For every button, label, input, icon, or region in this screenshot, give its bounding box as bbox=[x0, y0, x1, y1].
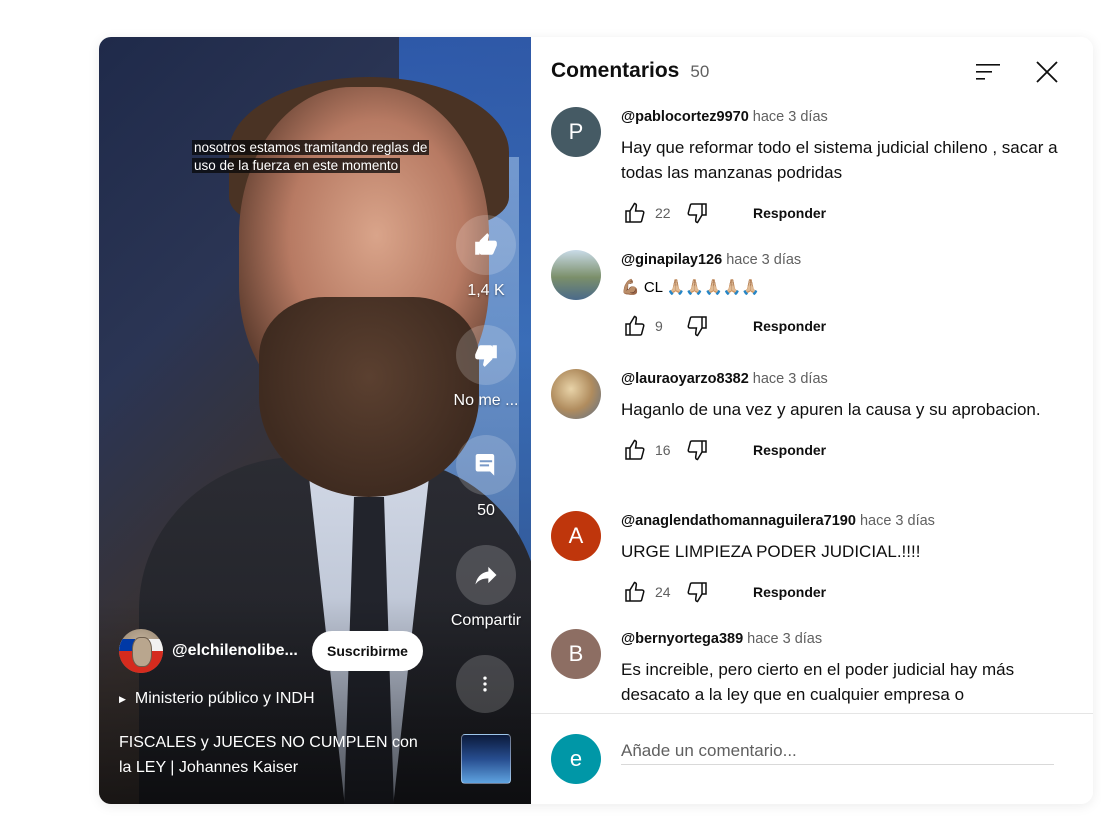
composer-divider bbox=[531, 713, 1093, 714]
comment-like-count: 9 bbox=[655, 318, 663, 334]
comment-like-button[interactable] bbox=[621, 312, 649, 340]
thumbs-up-outline-icon bbox=[625, 315, 645, 336]
comment-author[interactable]: @ginapilay126 bbox=[621, 252, 722, 268]
add-comment-input[interactable] bbox=[621, 737, 1054, 765]
comment-dislike-button[interactable] bbox=[683, 578, 711, 606]
comment-like-button[interactable] bbox=[621, 436, 649, 464]
comment-avatar[interactable]: P bbox=[551, 107, 601, 157]
share-button[interactable] bbox=[456, 545, 516, 605]
share-icon bbox=[475, 566, 497, 585]
comment-like-button[interactable] bbox=[621, 199, 649, 227]
comment-like-count: 16 bbox=[655, 442, 671, 458]
reply-button[interactable]: Responder bbox=[753, 442, 826, 458]
share-label: Compartir bbox=[450, 612, 522, 629]
thumbs-down-outline-icon bbox=[687, 440, 707, 461]
comment-text: Haganlo de una vez y apuren la causa y s… bbox=[621, 400, 1041, 419]
channel-name[interactable]: @elchilenolibe... bbox=[172, 642, 302, 660]
like-button[interactable] bbox=[456, 215, 516, 275]
comments-panel: Comentarios 50 P @pablocortez9970 hace 3 … bbox=[531, 37, 1093, 804]
channel-avatar[interactable] bbox=[119, 629, 163, 673]
sort-icon bbox=[976, 64, 1000, 80]
more-vert-icon bbox=[483, 676, 487, 692]
thumbs-up-icon bbox=[475, 233, 497, 255]
music-label: Ministerio público y INDH bbox=[134, 690, 315, 707]
comment-time[interactable]: hace 3 días bbox=[747, 631, 822, 647]
current-user-avatar[interactable]: e bbox=[551, 734, 601, 784]
video-caption: nosotros estamos tramitando reglas de us… bbox=[192, 140, 430, 173]
comment-time[interactable]: hace 3 días bbox=[860, 513, 935, 529]
thumbs-down-icon bbox=[475, 345, 497, 367]
sort-button[interactable] bbox=[973, 57, 1003, 87]
music-link[interactable]: ▶ Ministerio público y INDH bbox=[119, 690, 315, 708]
play-triangle-icon: ▶ bbox=[119, 693, 126, 704]
video-player[interactable]: nosotros estamos tramitando reglas de us… bbox=[99, 37, 531, 804]
comment-author[interactable]: @bernyortega389 bbox=[621, 631, 743, 647]
close-button[interactable] bbox=[1032, 57, 1062, 87]
comment-text: 💪🏽 CL 🙏🏼🙏🏼🙏🏼🙏🏼🙏🏼 bbox=[621, 279, 761, 296]
thumbs-up-outline-icon bbox=[625, 439, 645, 460]
more-button[interactable] bbox=[456, 655, 514, 713]
thumbs-up-outline-icon bbox=[625, 581, 645, 602]
comment-count: 50 bbox=[477, 502, 495, 519]
comment-time[interactable]: hace 3 días bbox=[753, 109, 828, 125]
comment-icon bbox=[475, 454, 495, 476]
comment-avatar[interactable] bbox=[551, 250, 601, 300]
shorts-player-card: nosotros estamos tramitando reglas de us… bbox=[99, 37, 1093, 804]
comments-title: Comentarios bbox=[551, 59, 680, 82]
comments-header: Comentarios 50 bbox=[551, 59, 709, 83]
reply-button[interactable]: Responder bbox=[753, 318, 826, 334]
video-title[interactable]: FISCALES y JUECES NO CUMPLEN con la LEY … bbox=[119, 730, 419, 780]
like-count: 1,4 K bbox=[467, 282, 505, 299]
comment-avatar[interactable] bbox=[551, 369, 601, 419]
dislike-label: No me ... bbox=[453, 392, 519, 409]
reply-button[interactable]: Responder bbox=[753, 205, 826, 221]
comment-text: Es increible, pero cierto en el poder ju… bbox=[621, 660, 1015, 704]
comments-button[interactable] bbox=[456, 435, 516, 495]
comment-dislike-button[interactable] bbox=[683, 312, 711, 340]
comment-dislike-button[interactable] bbox=[683, 436, 711, 464]
dislike-button[interactable] bbox=[456, 325, 516, 385]
comment-avatar[interactable]: B bbox=[551, 629, 601, 679]
reply-button[interactable]: Responder bbox=[753, 584, 826, 600]
comment-like-count: 22 bbox=[655, 205, 671, 221]
sound-thumbnail[interactable] bbox=[461, 734, 511, 784]
comment-author[interactable]: @lauraoyarzo8382 bbox=[621, 371, 749, 387]
comment-time[interactable]: hace 3 días bbox=[753, 371, 828, 387]
comment-text: URGE LIMPIEZA PODER JUDICIAL.!!!! bbox=[621, 542, 921, 561]
comment-item: B @bernyortega389 hace 3 días Es increibl… bbox=[551, 629, 1071, 713]
comment-like-button[interactable] bbox=[621, 578, 649, 606]
thumbs-down-outline-icon bbox=[687, 203, 707, 224]
thumbs-up-outline-icon bbox=[625, 202, 645, 223]
comment-avatar[interactable]: A bbox=[551, 511, 601, 561]
comment-text: Hay que reformar todo el sistema judicia… bbox=[621, 138, 1058, 182]
comment-author[interactable]: @pablocortez9970 bbox=[621, 109, 749, 125]
comment-dislike-button[interactable] bbox=[683, 199, 711, 227]
subscribe-button[interactable]: Suscribirme bbox=[312, 631, 423, 671]
comment-author[interactable]: @anaglendathomannaguilera7190 bbox=[621, 513, 856, 529]
thumbs-down-outline-icon bbox=[687, 582, 707, 603]
channel-row: @elchilenolibe... Suscribirme bbox=[119, 629, 423, 673]
comments-count: 50 bbox=[690, 62, 710, 81]
thumbs-down-outline-icon bbox=[687, 316, 707, 337]
comment-time[interactable]: hace 3 días bbox=[726, 252, 801, 268]
comment-like-count: 24 bbox=[655, 584, 671, 600]
close-icon bbox=[1036, 61, 1058, 83]
